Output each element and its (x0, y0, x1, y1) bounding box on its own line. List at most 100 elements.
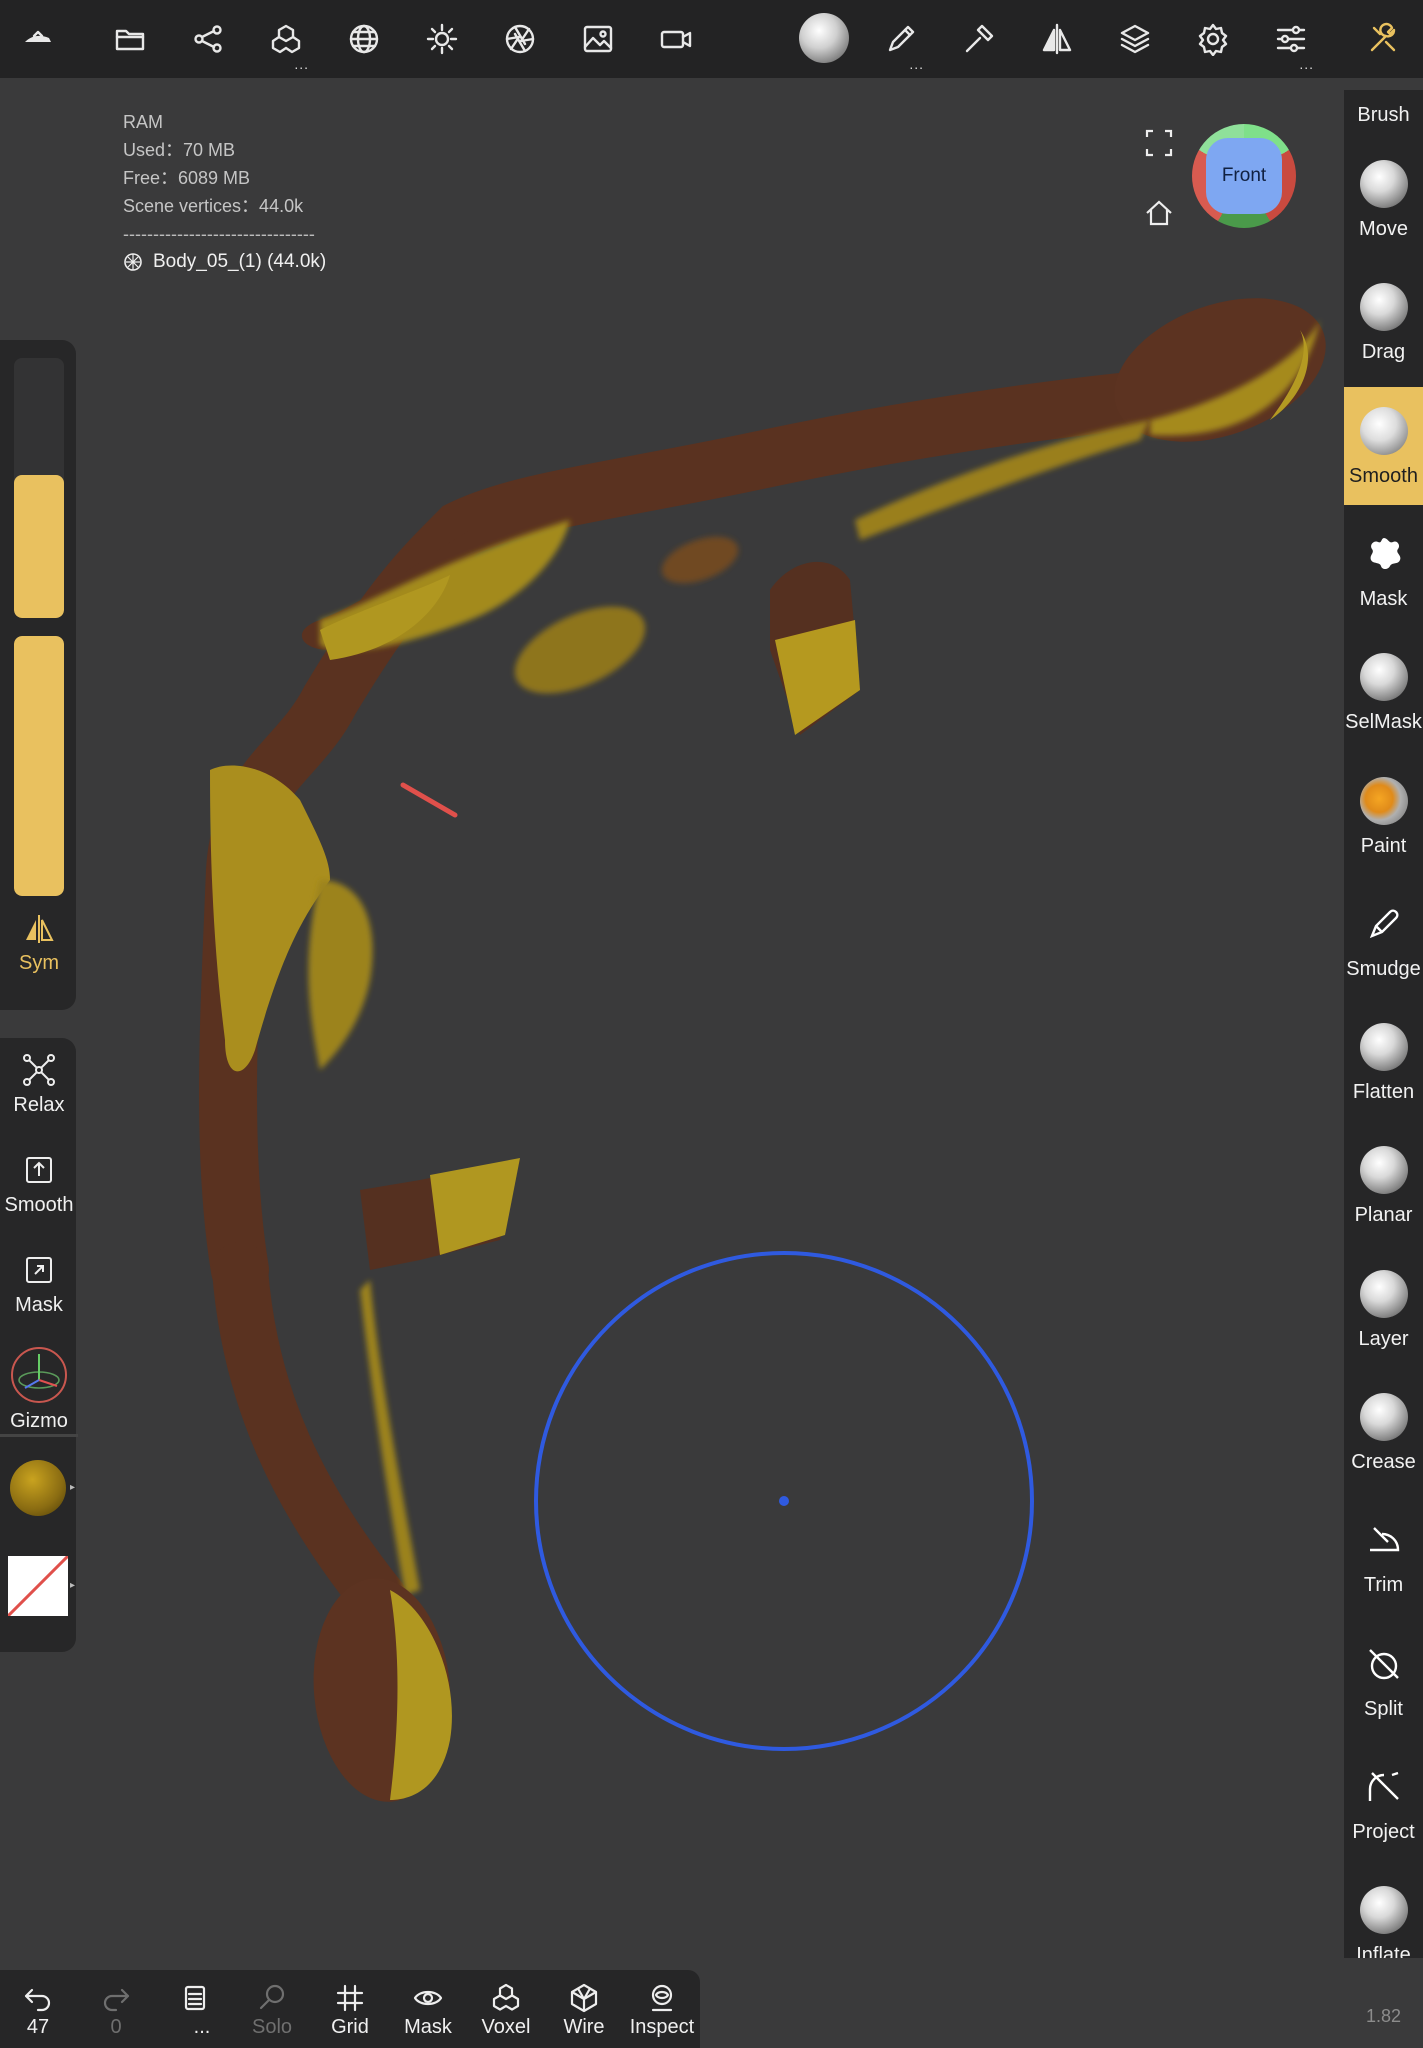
planar-brush-icon (1359, 1146, 1408, 1195)
brush-trim[interactable]: Trim (1344, 1496, 1423, 1614)
stats-separator: -------------------------------- (123, 224, 315, 244)
share-icon[interactable] (183, 14, 233, 64)
undo-button[interactable]: 47 (2, 1982, 74, 2039)
brush-selmask[interactable]: SelMask (1344, 633, 1423, 751)
brush-smooth[interactable]: Smooth (1344, 386, 1423, 505)
sym-toggle[interactable]: Sym (0, 912, 78, 975)
inspect-label: Inspect (629, 2016, 695, 2038)
hammer-icon[interactable] (954, 14, 1004, 64)
camera-icon[interactable] (651, 14, 701, 64)
layers-icon[interactable] (1110, 14, 1160, 64)
smooth-button[interactable]: Smooth (0, 1152, 78, 1217)
intensity-slider[interactable] (14, 636, 64, 896)
redo-button[interactable]: 0 (80, 1982, 152, 2039)
grid-icon (336, 1984, 364, 2012)
material-menu-arrow[interactable]: ▸ (70, 1482, 75, 1493)
scene-stats: RAM Used：70 MB Free：6089 MB Scene vertic… (123, 108, 326, 276)
brush-label: Smooth (1349, 464, 1418, 487)
wire-button[interactable]: Wire (548, 1982, 620, 2039)
view-cube-face[interactable]: Front (1206, 138, 1282, 214)
brush-project[interactable]: Project (1344, 1743, 1423, 1861)
mask-icon (26, 1257, 52, 1283)
solo-button[interactable]: Solo (236, 1982, 308, 2039)
color-swatch[interactable] (8, 1556, 68, 1616)
brush-move[interactable]: Move (1344, 140, 1423, 258)
brush-label: Drag (1361, 341, 1406, 364)
light-icon[interactable] (417, 14, 467, 64)
settings-icon[interactable] (1188, 14, 1238, 64)
selmask-brush-icon (1359, 653, 1408, 702)
folder-icon[interactable] (105, 14, 155, 64)
scene-icon[interactable]: ... (261, 14, 311, 72)
layer-brush-icon (1359, 1269, 1408, 1318)
material-swatch[interactable] (10, 1460, 66, 1516)
mask-visibility-label: Mask (404, 2016, 452, 2038)
brush-cursor-center (779, 1496, 789, 1506)
brush-label: Paint (1360, 834, 1407, 857)
grid-button[interactable]: Grid (314, 1982, 386, 2039)
undo-count: 47 (26, 2016, 50, 2038)
brush-label: Smudge (1346, 957, 1421, 980)
bottom-toolbar: 47 0 ... Solo Grid Mask Voxel Wire Inspe… (0, 1970, 700, 2048)
brush-paint[interactable]: Paint (1344, 757, 1423, 875)
version-label: 1.82 (1366, 2006, 1402, 2026)
symmetry-icon[interactable] (1032, 14, 1082, 64)
image-icon[interactable] (573, 14, 623, 64)
relax-button[interactable]: Relax (0, 1052, 78, 1117)
gizmo-icon (11, 1347, 67, 1403)
brush-planar[interactable]: Planar (1344, 1126, 1423, 1244)
flatten-brush-icon (1359, 1023, 1408, 1072)
eye-icon (413, 1990, 443, 2006)
panel-divider (0, 1434, 78, 1437)
brush-mask[interactable]: Mask (1344, 510, 1423, 628)
ram-free: Free：6089 MB (123, 168, 251, 188)
brush-split[interactable]: Split (1344, 1620, 1423, 1738)
fullscreen-icon[interactable] (1142, 126, 1176, 160)
mask-button[interactable]: Mask (0, 1252, 78, 1317)
scene-object[interactable]: Body_05_(1) (44.0k) (123, 248, 326, 276)
grid-label: Grid (331, 2016, 369, 2038)
brush-panel: Brush Move Drag Smooth Mask SelMask Paint Smud… (1344, 90, 1423, 1958)
color-menu-arrow[interactable]: ▸ (70, 1580, 75, 1591)
inspect-button[interactable]: Inspect (626, 1982, 698, 2039)
split-brush-icon (1360, 1640, 1408, 1688)
brush-panel-header: Brush (1357, 104, 1410, 126)
home-icon[interactable] (1142, 196, 1176, 230)
gizmo-button[interactable]: Gizmo (0, 1346, 78, 1433)
history-button[interactable]: ... (158, 1982, 230, 2039)
radius-slider-fill (14, 475, 64, 618)
mesh-icon (124, 253, 142, 271)
model-canvas[interactable] (0, 78, 1344, 1970)
tools-icon[interactable] (1358, 14, 1408, 64)
sphere-icon[interactable] (339, 14, 389, 64)
redo-count: 0 (110, 2016, 122, 2038)
sliders-icon[interactable]: ... (1266, 14, 1316, 72)
solo-icon (259, 1984, 285, 2010)
brush-preview-icon[interactable] (798, 12, 850, 64)
aperture-icon[interactable] (495, 14, 545, 64)
logo-icon[interactable] (13, 14, 63, 64)
brush-drag[interactable]: Drag (1344, 263, 1423, 381)
voxel-button[interactable]: Voxel (470, 1982, 542, 2039)
radius-slider[interactable] (14, 358, 64, 618)
brush-layer[interactable]: Layer (1344, 1250, 1423, 1368)
mask-visibility-button[interactable]: Mask (392, 1982, 464, 2039)
document-icon (184, 1985, 206, 2011)
viewport[interactable] (0, 78, 1344, 1970)
symmetry-icon (26, 915, 54, 943)
sym-label: Sym (19, 952, 59, 974)
brush-smudge[interactable]: Smudge (1344, 880, 1423, 998)
smudge-brush-icon (1360, 900, 1408, 948)
drag-brush-icon (1359, 283, 1408, 332)
brush-label: Trim (1363, 1574, 1404, 1597)
pencil-icon[interactable]: ... (876, 14, 926, 72)
view-cube[interactable]: Front (1192, 124, 1296, 228)
more-indicator: ... (909, 56, 924, 72)
intensity-slider-fill (14, 636, 64, 896)
brush-flatten[interactable]: Flatten (1344, 1003, 1423, 1121)
smooth-icon (26, 1157, 52, 1183)
brush-label: Mask (1359, 587, 1408, 610)
redo-icon (103, 1988, 130, 2012)
brush-inflate[interactable]: Inflate (1344, 1866, 1423, 1958)
brush-crease[interactable]: Crease (1344, 1373, 1423, 1491)
